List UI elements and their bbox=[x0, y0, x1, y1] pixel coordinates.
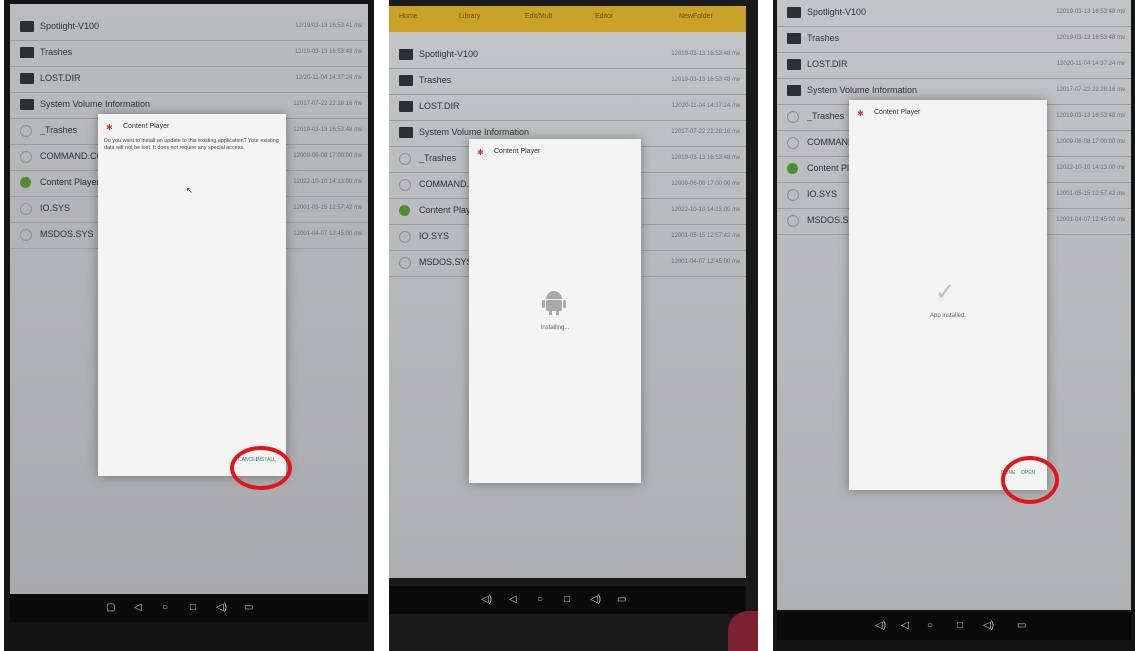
folder-icon bbox=[20, 73, 34, 84]
tab-edit[interactable]: Edit/Mult bbox=[525, 13, 552, 20]
tablet-screen: Spotlight-V100 12019-03-13 16:53:48 /rw T… bbox=[777, 0, 1131, 610]
file-row[interactable]: LOST.DIR 12/20-11-04 14:37:24 /rw bbox=[10, 66, 368, 93]
photo-panel-install-prompt: Spotlight-V100 12/19/03-13 16:53:41 /rw T… bbox=[4, 0, 374, 651]
volume-icon[interactable]: ◁) bbox=[216, 602, 227, 613]
volume-icon[interactable]: ◁) bbox=[983, 620, 994, 631]
app-icon bbox=[399, 205, 410, 216]
volume-down-icon[interactable]: ◁) bbox=[875, 620, 886, 631]
file-icon bbox=[399, 153, 411, 165]
folder-icon bbox=[787, 59, 801, 70]
installing-status: Installing... bbox=[540, 325, 570, 331]
android-nav-bar: ▢ ◁ ○ □ ◁) ▭ bbox=[10, 594, 368, 622]
file-row[interactable]: Trashes 12019-03-13 16:53:48 /rw bbox=[777, 26, 1131, 53]
folder-icon bbox=[20, 99, 34, 110]
file-icon bbox=[20, 125, 32, 137]
file-icon bbox=[399, 257, 411, 269]
keyboard-icon[interactable]: ▭ bbox=[1017, 620, 1026, 631]
folder-icon bbox=[20, 47, 34, 58]
device-corner bbox=[728, 611, 758, 651]
app-icon bbox=[20, 177, 31, 188]
installing-dialog: ✱ Content Player Installing... bbox=[469, 139, 641, 483]
file-row[interactable]: LOST.DIR 12020-11-04 14:37:24 /rw bbox=[389, 94, 746, 121]
folder-icon bbox=[787, 33, 801, 44]
dialog-title: Content Player bbox=[494, 148, 541, 155]
app-logo-icon: ✱ bbox=[106, 123, 113, 132]
recents-icon[interactable]: □ bbox=[190, 602, 196, 613]
file-icon bbox=[787, 215, 799, 227]
file-row[interactable]: Trashes 12019-03-13 16:53:48 /rw bbox=[389, 68, 746, 95]
highlight-ring bbox=[1001, 456, 1059, 504]
file-icon bbox=[787, 111, 799, 123]
photo-panel-installed: Spotlight-V100 12019-03-13 16:53:48 /rw T… bbox=[773, 0, 1135, 651]
home-icon[interactable]: ○ bbox=[162, 602, 168, 613]
file-icon bbox=[399, 179, 411, 191]
app-logo-icon: ✱ bbox=[477, 148, 484, 157]
dialog-title: Content Player bbox=[123, 123, 170, 130]
file-row[interactable]: LOST.DIR 12020-11-04 14:37:24 /rw bbox=[777, 52, 1131, 79]
folder-icon bbox=[399, 49, 413, 60]
installed-dialog: ✱ Content Player ✓ App installed. DONE O… bbox=[849, 100, 1047, 490]
app-logo-icon: ✱ bbox=[857, 109, 864, 118]
app-icon bbox=[787, 163, 798, 174]
file-icon bbox=[787, 189, 799, 201]
tablet-screen: Home Library Edit/Mult Editor NewFolder … bbox=[389, 6, 746, 578]
file-icon bbox=[787, 137, 799, 149]
app-topbar: Home Library Edit/Mult Editor NewFolder bbox=[389, 6, 746, 32]
folder-icon bbox=[20, 21, 34, 32]
checkmark-icon: ✓ bbox=[935, 279, 956, 306]
back-icon[interactable]: ◁ bbox=[901, 620, 909, 631]
highlight-ring bbox=[230, 446, 292, 490]
tablet-screen: Spotlight-V100 12/19/03-13 16:53:41 /rw T… bbox=[10, 4, 368, 604]
recents-icon[interactable]: □ bbox=[957, 620, 963, 631]
cursor-icon: ↖ bbox=[186, 186, 193, 195]
file-row[interactable]: Trashes 12/19-03-13 16:53:48 /rw bbox=[10, 40, 368, 67]
folder-icon bbox=[399, 101, 413, 112]
android-nav-bar: ◁) ◁ ○ □ ◁) ▭ bbox=[389, 586, 746, 614]
tab-home[interactable]: Home bbox=[399, 13, 418, 20]
installed-status: App installed. bbox=[929, 313, 967, 319]
file-row[interactable]: Spotlight-V100 12019-03-13 16:53:48 /rw bbox=[777, 0, 1131, 27]
folder-icon bbox=[399, 75, 413, 86]
photo-panel-installing: Home Library Edit/Mult Editor NewFolder … bbox=[389, 0, 758, 651]
tab-new-folder[interactable]: NewFolder bbox=[679, 13, 713, 20]
file-icon bbox=[20, 151, 32, 163]
dialog-title: Content Player bbox=[874, 109, 921, 116]
folder-icon bbox=[399, 127, 413, 138]
file-icon bbox=[399, 231, 411, 243]
folder-icon bbox=[787, 85, 801, 96]
file-row[interactable]: Spotlight-V100 12019-03-13 16:53:48 /rw bbox=[389, 42, 746, 69]
tab-library[interactable]: Library bbox=[459, 13, 480, 20]
home-icon[interactable]: ○ bbox=[927, 620, 933, 631]
install-dialog: ✱ Content Player Do you want to install … bbox=[98, 114, 286, 476]
file-row[interactable]: Spotlight-V100 12/19/03-13 16:53:41 /rw bbox=[10, 14, 368, 41]
back-icon[interactable]: ◁ bbox=[509, 594, 517, 605]
volume-down-icon[interactable]: ◁) bbox=[481, 594, 492, 605]
keyboard-icon[interactable]: ▭ bbox=[617, 594, 626, 605]
folder-icon bbox=[787, 7, 801, 18]
dialog-message: Do you want to install an update to this… bbox=[104, 138, 279, 151]
volume-icon[interactable]: ◁) bbox=[590, 594, 601, 605]
screenshot-icon[interactable]: ▢ bbox=[106, 602, 115, 613]
android-nav-bar: ◁) ◁ ○ □ ◁) ▭ bbox=[777, 612, 1131, 640]
keyboard-icon[interactable]: ▭ bbox=[244, 602, 253, 613]
tab-editor[interactable]: Editor bbox=[595, 13, 613, 20]
recents-icon[interactable]: □ bbox=[564, 594, 570, 605]
home-icon[interactable]: ○ bbox=[537, 594, 543, 605]
back-icon[interactable]: ◁ bbox=[134, 602, 142, 613]
file-icon bbox=[20, 229, 32, 241]
android-icon bbox=[542, 291, 566, 315]
file-icon bbox=[20, 203, 32, 215]
